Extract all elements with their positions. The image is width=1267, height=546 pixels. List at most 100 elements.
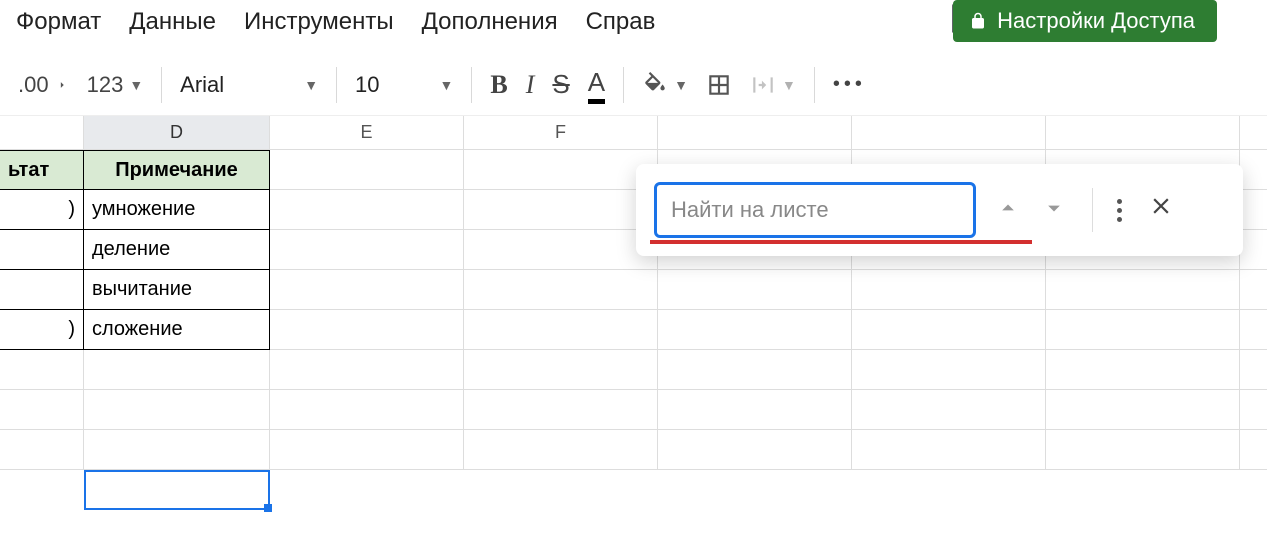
find-next-button[interactable] (1040, 194, 1068, 227)
cell[interactable] (1240, 150, 1267, 190)
cell[interactable] (270, 150, 464, 190)
chevron-down-icon: ▼ (440, 77, 454, 93)
cell[interactable] (1046, 430, 1240, 470)
cell[interactable] (270, 190, 464, 230)
cell[interactable] (464, 430, 658, 470)
cell[interactable] (464, 190, 658, 230)
menu-addons[interactable]: Дополнения (422, 8, 558, 36)
cell[interactable]: Примечание (84, 150, 270, 190)
borders-icon (706, 72, 732, 98)
cell[interactable] (1240, 390, 1267, 430)
cell[interactable] (1240, 270, 1267, 310)
cell[interactable] (0, 390, 84, 430)
find-input[interactable] (654, 182, 976, 238)
chevron-up-icon (994, 194, 1022, 222)
cell[interactable]: вычитание (84, 270, 270, 310)
strikethrough-button[interactable]: S (552, 69, 569, 100)
cell[interactable] (270, 350, 464, 390)
close-icon (1148, 193, 1174, 219)
chevron-down-icon: ▼ (304, 77, 318, 93)
menu-format[interactable]: Формат (16, 8, 101, 36)
font-size-select[interactable]: 10 ▼ (355, 72, 453, 98)
cell[interactable] (84, 350, 270, 390)
column-header[interactable] (658, 116, 852, 149)
close-find-button[interactable] (1140, 189, 1182, 231)
cell[interactable] (270, 430, 464, 470)
text-color-button[interactable]: A (588, 67, 605, 102)
font-family-select[interactable]: Arial ▼ (180, 72, 318, 98)
column-header-f[interactable]: F (464, 116, 658, 149)
more-tools-button[interactable]: ••• (833, 73, 866, 96)
column-header[interactable] (0, 116, 84, 149)
merge-cells-button[interactable]: ▼ (750, 72, 796, 98)
table-row (0, 350, 1267, 390)
cell-selection (84, 470, 270, 510)
cell[interactable] (270, 230, 464, 270)
chevron-down-icon: ▼ (674, 77, 688, 93)
share-button[interactable]: Настройки Доступа (953, 0, 1217, 42)
menu-tools[interactable]: Инструменты (244, 8, 394, 36)
cell[interactable] (270, 270, 464, 310)
column-header[interactable] (1046, 116, 1240, 149)
column-headers: D E F (0, 116, 1267, 150)
cell[interactable] (658, 350, 852, 390)
cell[interactable] (658, 310, 852, 350)
table-row: вычитание (0, 270, 1267, 310)
cell[interactable] (1240, 230, 1267, 270)
cell[interactable] (1046, 310, 1240, 350)
column-header-d[interactable]: D (84, 116, 270, 149)
italic-button[interactable]: I (526, 70, 535, 100)
menu-help[interactable]: Справ (586, 8, 656, 36)
column-header[interactable] (1240, 116, 1267, 149)
menu-data[interactable]: Данные (129, 8, 216, 36)
cell[interactable] (464, 230, 658, 270)
cell[interactable]: сложение (84, 310, 270, 350)
column-header-e[interactable]: E (270, 116, 464, 149)
cell[interactable]: ) (0, 190, 84, 230)
cell[interactable] (1046, 390, 1240, 430)
find-prev-button[interactable] (994, 194, 1022, 227)
cell[interactable] (464, 310, 658, 350)
cell[interactable] (1240, 310, 1267, 350)
cell[interactable] (658, 270, 852, 310)
number-format-button[interactable]: 123 ▼ (87, 72, 144, 98)
cell[interactable] (0, 270, 84, 310)
cell[interactable] (270, 310, 464, 350)
cell[interactable] (1046, 270, 1240, 310)
cell[interactable] (1240, 350, 1267, 390)
cell[interactable] (852, 310, 1046, 350)
cell[interactable] (1240, 190, 1267, 230)
fill-color-button[interactable]: ▼ (642, 72, 688, 98)
cell[interactable] (464, 270, 658, 310)
cell[interactable]: умножение (84, 190, 270, 230)
cell[interactable] (1046, 350, 1240, 390)
cell[interactable] (0, 350, 84, 390)
cell[interactable] (0, 230, 84, 270)
cell[interactable] (464, 350, 658, 390)
table-row: ) сложение (0, 310, 1267, 350)
cell[interactable] (0, 430, 84, 470)
cell[interactable] (1240, 430, 1267, 470)
cell[interactable] (84, 430, 270, 470)
cell[interactable] (852, 430, 1046, 470)
cell[interactable]: ) (0, 310, 84, 350)
bold-button[interactable]: B (490, 70, 507, 100)
cell[interactable]: деление (84, 230, 270, 270)
cell[interactable] (852, 350, 1046, 390)
cell[interactable]: ьтат (0, 150, 84, 190)
cell[interactable] (658, 430, 852, 470)
cell[interactable] (464, 390, 658, 430)
find-in-sheet-panel (636, 164, 1243, 256)
cell[interactable] (270, 390, 464, 430)
chevron-down-icon: ▼ (782, 77, 796, 93)
merge-icon (750, 72, 776, 98)
column-header[interactable] (852, 116, 1046, 149)
cell[interactable] (852, 270, 1046, 310)
find-options-button[interactable] (1117, 199, 1122, 222)
borders-button[interactable] (706, 72, 732, 98)
decrease-decimal-button[interactable]: .00 (18, 72, 69, 98)
cell[interactable] (84, 390, 270, 430)
cell[interactable] (464, 150, 658, 190)
cell[interactable] (658, 390, 852, 430)
cell[interactable] (852, 390, 1046, 430)
